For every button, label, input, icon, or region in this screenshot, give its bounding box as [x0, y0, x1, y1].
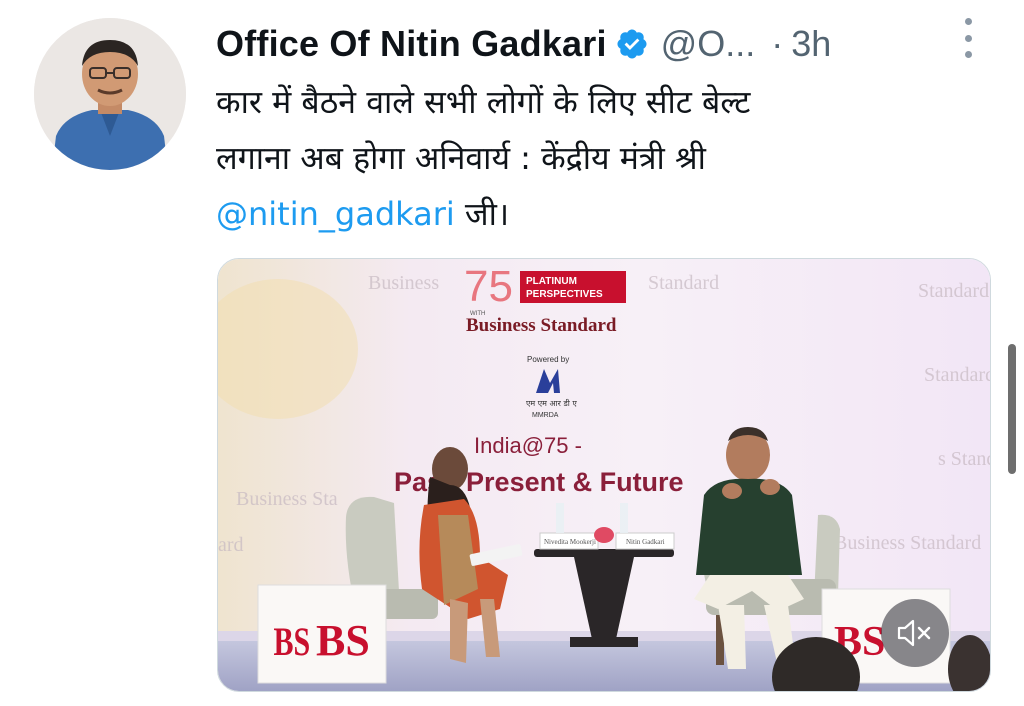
scrollbar[interactable]: [1008, 344, 1016, 474]
header-separator: ·: [771, 23, 784, 64]
avatar[interactable]: [34, 18, 186, 170]
logo-badge-line-1: PLATINUM: [526, 276, 577, 287]
author-display-name[interactable]: Office Of Nitin Gadkari: [216, 23, 607, 65]
box-logo-left: BS: [316, 616, 370, 665]
nameplate-right: Nitin Gadkari: [626, 538, 665, 546]
more-options-icon[interactable]: [958, 18, 978, 58]
svg-text:Business: Business: [368, 272, 439, 294]
tweet[interactable]: Office Of Nitin Gadkari @O... · 3h कार म…: [0, 0, 1024, 706]
svg-text:Business Standard: Business Standard: [834, 532, 981, 554]
svg-text:Standard: Standard: [648, 272, 719, 294]
tweet-header: Office Of Nitin Gadkari @O... · 3h: [216, 20, 831, 68]
sponsor-name: MMRDA: [532, 412, 559, 419]
svg-text:s Standard: s Standard: [938, 448, 991, 470]
nameplate-left: Nivedita Mookerji: [544, 538, 596, 546]
sponsor-hindi: एम एम आर डी ए: [526, 398, 577, 408]
svg-text:Standard: Standard: [918, 280, 989, 302]
box-logo-left-small: BS: [274, 619, 311, 664]
logo-brand: Business Standard: [466, 315, 617, 336]
speaker-muted-icon: [897, 619, 931, 647]
mute-toggle-button[interactable]: [881, 599, 949, 667]
svg-text:Business Sta: Business Sta: [236, 488, 338, 510]
video-player[interactable]: Business Standard Standard Standard Busi…: [217, 258, 991, 692]
svg-text:ard: ard: [218, 534, 244, 556]
tweet-text-suffix: जी।: [454, 195, 510, 233]
logo-number: 75: [464, 262, 513, 311]
powered-by: Powered by: [527, 355, 569, 364]
verified-badge-icon: [617, 29, 647, 59]
headline-line-1: India@75 -: [474, 433, 582, 458]
svg-text:Standard: Standard: [924, 364, 991, 386]
tweet-timestamp[interactable]: 3h: [791, 23, 831, 65]
video-frame: Business Standard Standard Standard Busi…: [218, 259, 991, 691]
tweet-text-line-2: लगाना अब होगा अनिवार्य : केंद्रीय मंत्री…: [216, 139, 706, 177]
tweet-text-line-3: @nitin_gadkari जी।: [216, 186, 956, 242]
tweet-text-line-1: कार में बैठने वाले सभी लोगों के लिए सीट …: [216, 83, 751, 121]
tweet-text: कार में बैठने वाले सभी लोगों के लिए सीट …: [216, 74, 956, 242]
author-handle[interactable]: @O...: [661, 23, 756, 65]
mention-link[interactable]: @nitin_gadkari: [216, 195, 455, 233]
logo-badge-line-2: PERSPECTIVES: [526, 289, 603, 300]
